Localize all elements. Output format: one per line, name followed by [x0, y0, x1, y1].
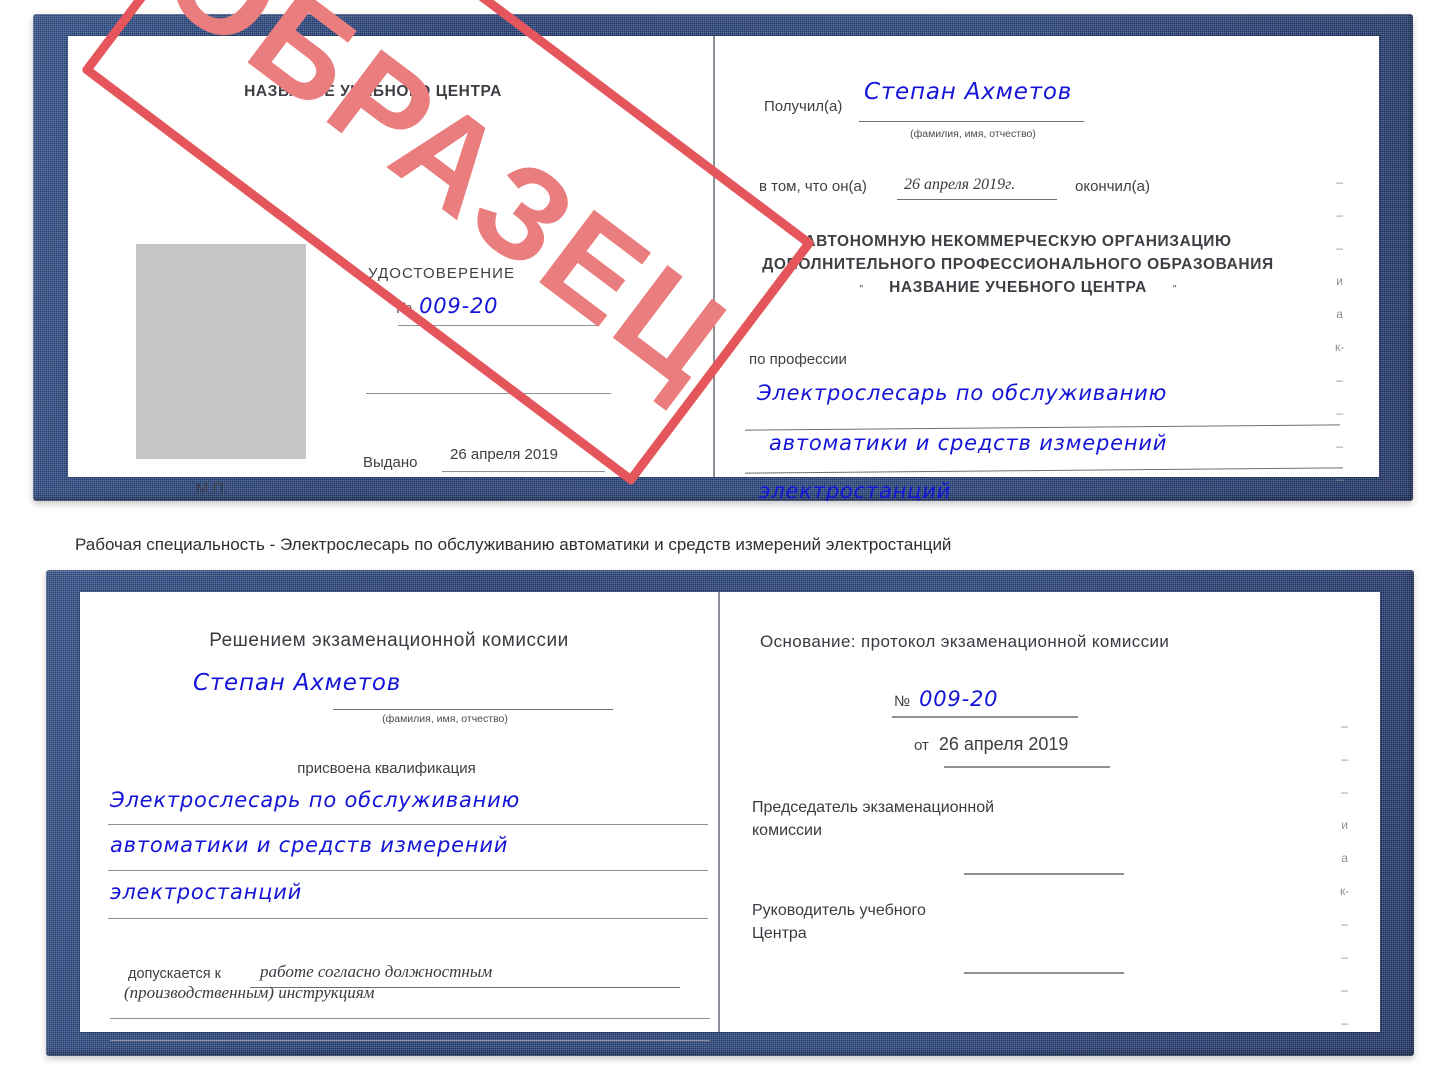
top-right-page: Получил(а) Степан Ахметов (фамилия, имя,… — [717, 36, 1379, 501]
image-caption: Рабочая специальность - Электрослесарь п… — [75, 535, 952, 554]
received-rule — [859, 121, 1084, 122]
edge-mark: к- — [1335, 340, 1345, 354]
qualification-rule-1 — [108, 824, 708, 825]
student-name-rule — [333, 709, 613, 710]
org-line-1: АВТОНОМНУЮ НЕКОММЕРЧЕСКУЮ ОРГАНИЗАЦИЮ — [804, 233, 1232, 250]
protocol-date-prefix: от — [914, 737, 929, 754]
fio-hint: (фамилия, имя, отчество) — [910, 128, 1036, 140]
edge-mark: – — [1336, 439, 1343, 453]
received-label: Получил(а) — [764, 98, 843, 115]
blank-rule-middle — [366, 393, 611, 394]
photo-placeholder — [136, 244, 306, 459]
qualification-label: присвоена квалификация — [297, 760, 476, 777]
basis-label: Основание: протокол экзаменационной коми… — [760, 632, 1170, 651]
chairman-line-1: Председатель экзаменационной — [752, 799, 995, 816]
admitted-value-line-2: (производственным) инструкциям — [124, 983, 375, 1002]
edge-mark: – — [1341, 983, 1348, 997]
protocol-date-row: от 26 апреля 2019 — [914, 734, 1068, 755]
protocol-number-rule — [892, 716, 1078, 718]
organization-block: АВТОНОМНУЮ НЕКОММЕРЧЕСКУЮ ОРГАНИЗАЦИЮ ДО… — [717, 231, 1319, 300]
edge-mark: к- — [1340, 884, 1350, 898]
chairman-line-2: комиссии — [752, 821, 822, 839]
admitted-label: допускается к — [128, 966, 221, 982]
training-center-name: НАЗВАНИЕ УЧЕБНОГО ЦЕНТРА — [244, 83, 502, 100]
edge-mark: а — [1336, 307, 1343, 321]
admitted-value-line-1: работе согласно должностным — [260, 962, 493, 981]
admitted-rule-2 — [110, 1018, 710, 1019]
edge-mark: – — [1341, 719, 1348, 733]
top-left-page: НАЗВАНИЕ УЧЕБНОГО ЦЕНТРА УДОСТОВЕРЕНИЕ №… — [68, 36, 713, 501]
org-quote-close: " — [1172, 282, 1177, 295]
edge-mark: – — [1341, 1016, 1348, 1030]
admitted-rule-3 — [110, 1040, 710, 1041]
edge-mark: – — [1336, 241, 1343, 255]
book-spine-bottom — [718, 592, 720, 1032]
head-line-1: Руководитель учебного — [752, 902, 926, 919]
that-he-label: в том, что он(а) — [759, 178, 867, 195]
finished-label: окончил(а) — [1075, 178, 1150, 195]
issued-label: Выдано — [363, 454, 418, 471]
qualification-rule-2 — [108, 870, 708, 871]
profession-rule-1 — [745, 424, 1340, 431]
number-value: 009-20 — [419, 294, 499, 318]
edge-mark: и — [1341, 818, 1348, 832]
head-line-2: Центра — [752, 924, 807, 942]
decision-title: Решением экзаменационной комиссии — [209, 630, 569, 651]
book-spine-top — [713, 36, 715, 477]
protocol-date-rule — [944, 766, 1110, 768]
edge-mark: – — [1336, 472, 1343, 486]
chairman-block: Председатель экзаменационной комиссии — [752, 797, 994, 842]
graduation-date-rule — [897, 199, 1057, 200]
certificate-top: НАЗВАНИЕ УЧЕБНОГО ЦЕНТРА УДОСТОВЕРЕНИЕ №… — [33, 0, 1413, 501]
profession-label: по профессии — [749, 351, 847, 368]
protocol-number-row: № 009-20 — [894, 687, 998, 711]
qualification-rule-3 — [108, 918, 708, 919]
edge-mark: – — [1336, 406, 1343, 420]
fio-hint-bottom: (фамилия, имя, отчество) — [382, 713, 508, 725]
protocol-number-value: 009-20 — [919, 687, 999, 711]
edge-mark: – — [1341, 752, 1348, 766]
edge-mark: – — [1341, 917, 1348, 931]
certificate-number-row: № 009-20 — [396, 294, 498, 318]
chairman-signature-rule — [964, 873, 1124, 875]
qualification-line-3: электростанций — [110, 880, 303, 904]
org-quote-open: " — [859, 282, 864, 295]
head-block: Руководитель учебного Центра — [752, 900, 926, 945]
bottom-left-page: Решением экзаменационной комиссии Степан… — [80, 592, 718, 1056]
head-signature-rule — [964, 972, 1124, 974]
profession-line-2: автоматики и средств измерений — [769, 431, 1168, 455]
number-rule — [398, 325, 598, 326]
document-title: УДОСТОВЕРЕНИЕ — [368, 265, 516, 282]
edge-mark: – — [1336, 208, 1343, 222]
issued-rule — [442, 471, 605, 472]
protocol-date-value: 26 апреля 2019 — [938, 734, 1069, 754]
student-name: Степан Ахметов — [193, 670, 402, 696]
edge-mark: и — [1336, 274, 1343, 288]
protocol-number-prefix: № — [894, 693, 911, 710]
profession-rule-2 — [745, 467, 1343, 474]
certificate-bottom: Решением экзаменационной комиссии Степан… — [46, 570, 1414, 1056]
org-line-3: НАЗВАНИЕ УЧЕБНОГО ЦЕНТРА — [889, 278, 1147, 296]
edge-mark: – — [1341, 950, 1348, 964]
edge-mark: – — [1336, 175, 1343, 189]
seal-label: М.П. — [196, 480, 228, 497]
number-prefix: № — [396, 300, 413, 317]
issued-value: 26 апреля 2019 — [450, 446, 558, 463]
bottom-right-page: Основание: протокол экзаменационной коми… — [722, 592, 1380, 1056]
qualification-line-1: Электрослесарь по обслуживанию — [110, 788, 521, 812]
received-value: Степан Ахметов — [864, 79, 1073, 105]
org-line-2: ДОПОЛНИТЕЛЬНОГО ПРОФЕССИОНАЛЬНОГО ОБРАЗО… — [762, 255, 1274, 273]
page-edge-marks-bottom: – – – и а к- – – – – — [1340, 720, 1349, 1029]
graduation-date: 26 апреля 2019г. — [904, 176, 1016, 193]
page-edge-marks-top: – – – и а к- – – – – — [1335, 176, 1344, 485]
edge-mark: – — [1336, 373, 1343, 387]
edge-mark: – — [1341, 785, 1348, 799]
edge-mark: а — [1341, 851, 1348, 865]
profession-line-3: электростанций — [759, 479, 952, 501]
profession-line-1: Электрослесарь по обслуживанию — [757, 381, 1168, 405]
qualification-line-2: автоматики и средств измерений — [110, 833, 509, 857]
